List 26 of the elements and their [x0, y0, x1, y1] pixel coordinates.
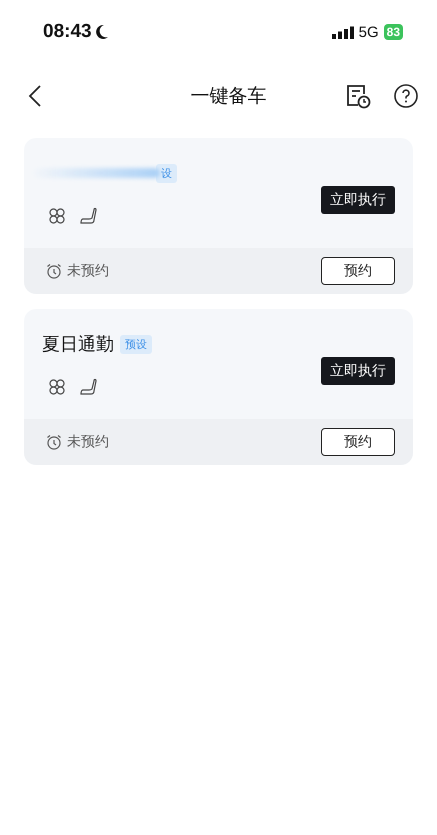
alarm-clock-icon: [46, 434, 62, 450]
network-type: 5G: [358, 24, 379, 40]
preset-card[interactable]: 夏日通勤 预设 立即执行 未预约 预约: [24, 309, 413, 465]
schedule-history-icon[interactable]: [345, 83, 371, 109]
preset-badge: 设: [156, 164, 177, 182]
page-title: 一键备车: [190, 84, 268, 109]
seat-icon: [80, 207, 98, 225]
seat-icon: [80, 378, 98, 396]
signal-icon: [332, 26, 354, 38]
execute-button[interactable]: 立即执行: [321, 186, 395, 214]
preset-card[interactable]: 设 立即执行 未预约 预约: [24, 138, 413, 294]
preset-badge: 预设: [120, 334, 152, 354]
fan-icon: [48, 378, 66, 396]
preset-title: 夏日通勤: [42, 333, 114, 356]
schedule-button[interactable]: 预约: [321, 428, 395, 456]
battery-level: 83: [384, 24, 403, 40]
schedule-button[interactable]: 预约: [321, 257, 395, 285]
alarm-clock-icon: [46, 263, 62, 279]
clock-time: 08:43: [43, 21, 92, 43]
execute-button[interactable]: 立即执行: [321, 357, 395, 385]
help-icon[interactable]: [393, 83, 419, 109]
back-icon[interactable]: [28, 84, 42, 108]
schedule-status: 未预约: [67, 433, 109, 451]
fan-icon: [48, 207, 66, 225]
schedule-status: 未预约: [67, 262, 109, 280]
moon-icon: [94, 24, 109, 40]
